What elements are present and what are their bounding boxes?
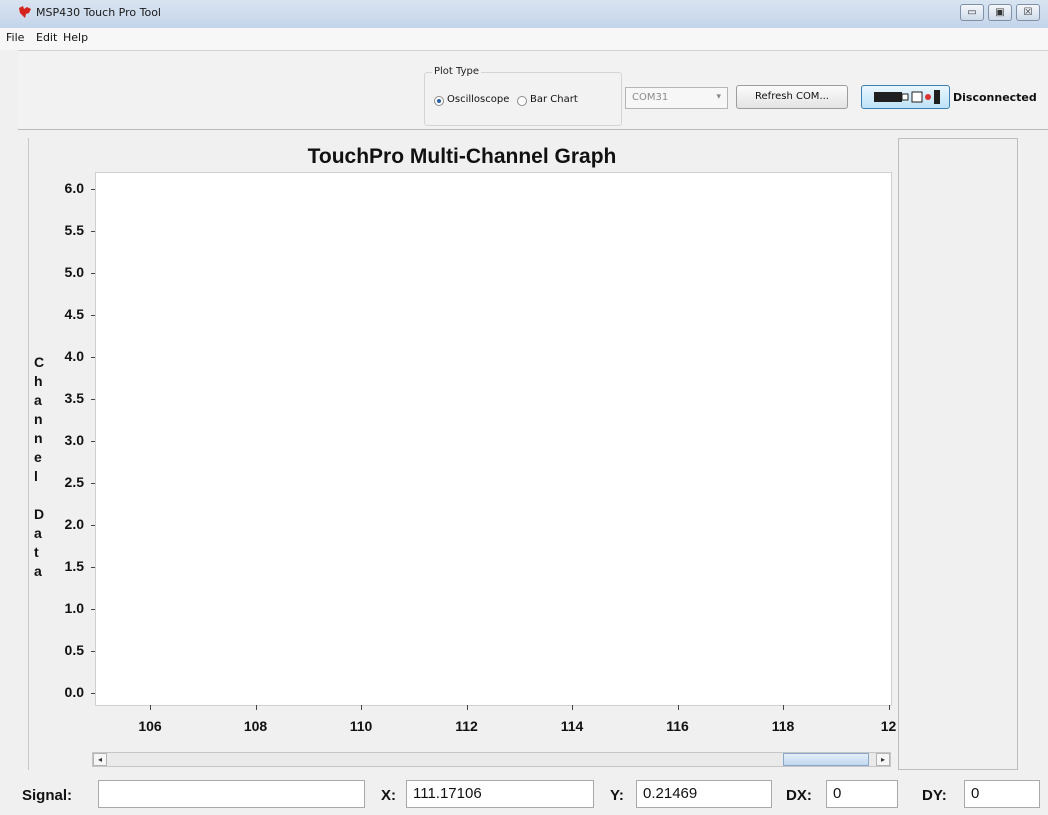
y-tick-label: 3.0 [64, 432, 84, 448]
channel-legend-panel [898, 138, 1018, 770]
scroll-right-arrow-icon[interactable]: ▸ [876, 753, 890, 766]
x-tick-mark [572, 705, 573, 710]
y-axis-label-char: n [34, 411, 43, 427]
chart-title: TouchPro Multi-Channel Graph [307, 145, 617, 168]
y-tick-label: 2.5 [64, 474, 84, 490]
y-axis-label-char: a [34, 563, 42, 579]
y-tick-label: 4.5 [64, 306, 84, 322]
y-axis-label-char: n [34, 430, 43, 446]
x-tick-mark [150, 705, 151, 710]
plot-area[interactable] [95, 172, 892, 706]
y-tick-mark [91, 357, 95, 358]
plot-type-label: Plot Type [432, 66, 481, 77]
connection-status: Disconnected [953, 91, 1037, 104]
maximize-button[interactable]: ▣ [988, 4, 1012, 21]
y-tick-mark [91, 273, 95, 274]
y-tick-mark [91, 315, 95, 316]
y-tick-label: 1.5 [64, 558, 84, 574]
y-field[interactable]: 0.21469 [636, 780, 772, 808]
x-tick-label: 108 [243, 718, 268, 734]
y-tick-mark [91, 399, 95, 400]
oscilloscope-radio[interactable] [434, 96, 444, 106]
x-tick-label: 116 [666, 718, 689, 734]
x-tick-mark [361, 705, 362, 710]
x-tick-label: 106 [138, 718, 162, 734]
refresh-com-button[interactable]: Refresh COM... [736, 85, 848, 109]
dy-label: DY: [922, 787, 947, 804]
com-port-select[interactable]: COM31 ▾ [625, 87, 728, 109]
bar-chart-radio[interactable] [517, 96, 527, 106]
x-tick-mark [677, 705, 679, 710]
x-tick-mark [888, 705, 890, 710]
dy-field[interactable]: 0 [964, 780, 1040, 808]
y-axis-label-char: l [34, 468, 38, 484]
x-tick-mark [783, 705, 784, 710]
dx-field[interactable]: 0 [826, 780, 898, 808]
y-tick-label: 5.5 [64, 222, 84, 238]
y-tick-label: 0.5 [64, 642, 84, 658]
y-tick-mark [91, 189, 95, 190]
bar-chart-label[interactable]: Bar Chart [530, 94, 578, 105]
x-tick-label: 114 [560, 718, 584, 734]
y-label: Y: [610, 787, 624, 804]
signal-label: Signal: [22, 787, 73, 804]
y-tick-mark [91, 693, 95, 694]
y-axis-label-char: h [34, 373, 43, 389]
y-axis-label-char: C [34, 354, 45, 370]
x-tick-label: 118 [771, 718, 795, 734]
title-bar: MSP430 Touch Pro Tool ▭ ▣ ☒ [0, 0, 1048, 29]
x-label: X: [381, 787, 396, 804]
y-tick-label: 4.0 [64, 348, 84, 364]
usb-disconnected-icon [874, 90, 940, 104]
y-tick-mark [91, 525, 95, 526]
y-tick-mark [91, 567, 95, 568]
x-tick-label: 110 [349, 718, 373, 734]
y-axis-label-char: a [34, 392, 42, 408]
x-field[interactable]: 111.17106 [406, 780, 594, 808]
y-tick-label: 0.0 [64, 684, 84, 700]
menu-file[interactable]: File [6, 31, 24, 44]
x-tick-mark [255, 705, 257, 710]
scroll-thumb[interactable] [783, 753, 869, 766]
minimize-button[interactable]: ▭ [960, 4, 984, 21]
signal-field[interactable] [98, 780, 365, 808]
x-tick-label: 112 [455, 718, 478, 734]
y-axis-label-char: e [34, 449, 42, 465]
close-button[interactable]: ☒ [1016, 4, 1040, 21]
x-tick-mark [466, 705, 468, 710]
y-tick-label: 3.5 [64, 390, 84, 406]
y-tick-label: 6.0 [64, 180, 84, 196]
y-tick-label: 2.0 [64, 516, 84, 532]
com-port-value: COM31 [632, 92, 669, 103]
oscilloscope-label[interactable]: Oscilloscope [447, 94, 509, 105]
y-tick-mark [91, 651, 95, 652]
ti-logo-icon [19, 6, 31, 18]
menu-help[interactable]: Help [63, 31, 88, 44]
chevron-down-icon: ▾ [716, 92, 721, 102]
y-tick-mark [91, 483, 95, 484]
y-tick-label: 5.0 [64, 264, 84, 280]
menu-edit[interactable]: Edit [36, 31, 57, 44]
connect-button[interactable] [861, 85, 950, 109]
y-axis-label-char: t [34, 544, 39, 560]
menu-bar: File Edit Help [0, 28, 1048, 50]
horizontal-scrollbar[interactable]: ◂ ▸ [92, 752, 891, 767]
dx-label: DX: [786, 787, 812, 804]
y-axis-label-char: D [34, 506, 45, 522]
y-axis-label-char: a [34, 525, 42, 541]
scroll-left-arrow-icon[interactable]: ◂ [93, 753, 107, 766]
window-title: MSP430 Touch Pro Tool [36, 6, 161, 19]
y-tick-mark [91, 231, 95, 232]
y-tick-mark [91, 441, 95, 442]
y-tick-label: 1.0 [64, 600, 84, 616]
y-tick-mark [91, 609, 95, 610]
